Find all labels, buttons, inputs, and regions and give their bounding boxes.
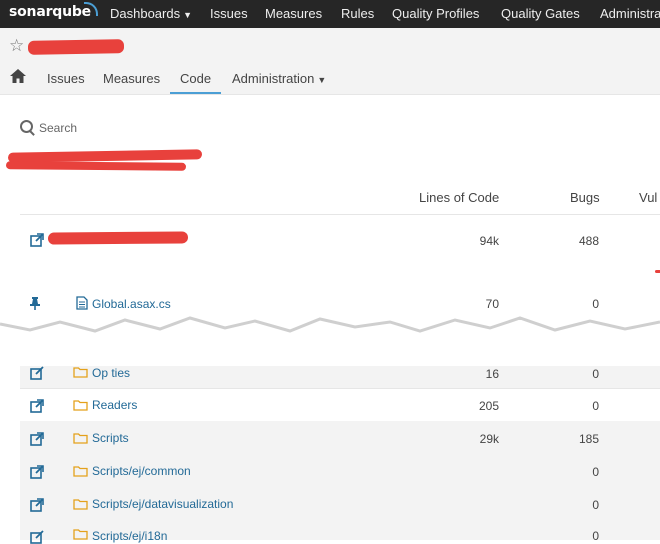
folder-icon	[73, 400, 88, 411]
nav-rules[interactable]: Rules	[341, 6, 374, 21]
redacted-breadcrumb-line	[5, 161, 187, 171]
search-icon	[20, 120, 33, 133]
partial-loc-value: 16	[485, 367, 499, 381]
caret-down-icon: ▼	[317, 75, 327, 85]
open-component-icon[interactable]	[30, 366, 44, 380]
row-bugs-value: 185	[578, 432, 599, 446]
component-name-link[interactable]: Scripts	[92, 431, 129, 445]
open-component-icon[interactable]	[30, 498, 44, 512]
row-bugs-value: 0	[592, 498, 599, 512]
nav-quality-gates[interactable]: Quality Gates	[501, 6, 580, 21]
redacted-component-name	[47, 231, 189, 245]
redaction-fragment	[655, 270, 660, 273]
open-component-icon[interactable]	[30, 399, 44, 413]
row-loc-value: 205	[478, 399, 499, 413]
tab-measures[interactable]: Measures	[103, 71, 160, 86]
header-lines-of-code[interactable]: Lines of Code	[419, 190, 499, 205]
tear-mask	[0, 340, 660, 366]
row-loc-value: 29k	[479, 432, 499, 446]
nav-quality-profiles[interactable]: Quality Profiles	[392, 6, 479, 21]
folder-icon	[73, 367, 88, 378]
row-bugs-value: 0	[592, 399, 599, 413]
tab-code[interactable]: Code	[170, 71, 222, 94]
row-bugs-value: 0	[592, 465, 599, 479]
folder-icon	[73, 499, 88, 510]
search-input[interactable]: Search	[20, 119, 77, 135]
component-name-link[interactable]: Scripts/ej/common	[92, 464, 191, 478]
sonarqube-logo[interactable]: sonarqube	[9, 4, 91, 20]
component-name-link[interactable]: Op ties	[92, 366, 130, 380]
nav-administration[interactable]: Administra	[600, 6, 660, 21]
nav-issues[interactable]: Issues	[210, 6, 248, 21]
component-name-link[interactable]: Readers	[92, 398, 137, 412]
favorite-star-icon[interactable]: ☆	[9, 36, 24, 56]
base-bugs-value: 488	[578, 234, 599, 248]
header-divider	[20, 214, 660, 215]
row-bugs-value: 0	[592, 529, 599, 543]
caret-down-icon: ▼	[183, 10, 193, 20]
tab-issues[interactable]: Issues	[47, 71, 85, 86]
component-name-link[interactable]: Scripts/ej/datavisualization	[92, 497, 233, 511]
open-component-icon[interactable]	[30, 233, 44, 247]
open-component-icon[interactable]	[30, 432, 44, 446]
project-bar: ☆ Issues Measures Code Administration ▼	[0, 28, 660, 95]
top-navigation: sonarqube Dashboards ▼ Issues Measures Ru…	[0, 0, 660, 28]
folder-icon	[73, 433, 88, 444]
nav-dashboards[interactable]: Dashboards ▼	[110, 6, 192, 21]
tab-administration[interactable]: Administration ▼	[232, 71, 326, 86]
nav-measures[interactable]: Measures	[265, 6, 322, 21]
redacted-project-name	[27, 39, 125, 55]
home-icon[interactable]	[10, 69, 26, 83]
base-loc-value: 94k	[479, 234, 499, 248]
folder-icon	[73, 529, 88, 540]
folder-icon	[73, 466, 88, 477]
header-vulnerabilities[interactable]: Vul	[639, 190, 657, 205]
open-component-icon[interactable]	[30, 465, 44, 479]
partial-bugs-value: 0	[592, 367, 599, 381]
open-component-icon[interactable]	[30, 530, 44, 544]
component-name-link[interactable]: Scripts/ej/i18n	[92, 529, 167, 543]
logo-arc-icon	[84, 2, 98, 16]
header-bugs[interactable]: Bugs	[570, 190, 600, 205]
